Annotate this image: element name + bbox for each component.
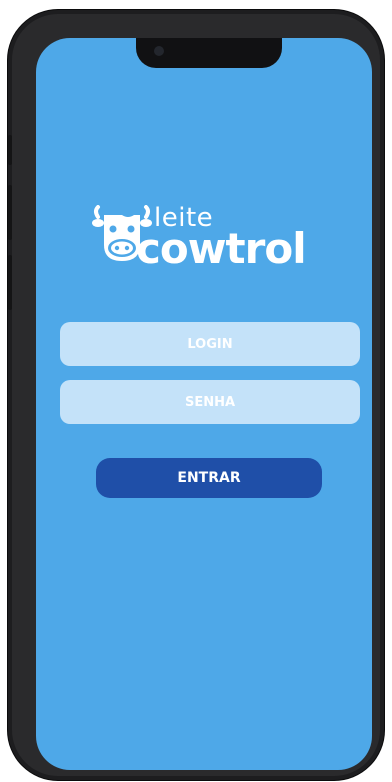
volume-down-button [8,255,12,310]
logo-text-cowtrol: cowtrol [136,224,307,273]
login-field[interactable] [60,322,360,366]
password-field[interactable] [60,380,360,424]
front-camera [154,46,164,56]
mute-switch [8,135,12,165]
volume-up-button [8,185,12,240]
app-screen: leite cowtrol ENTRAR [36,38,372,770]
notch [136,38,282,68]
brand-logo: leite cowtrol [92,203,332,283]
phone-frame: leite cowtrol ENTRAR [8,10,384,780]
page: leite cowtrol ENTRAR [0,0,392,782]
enter-button[interactable]: ENTRAR [96,458,322,498]
